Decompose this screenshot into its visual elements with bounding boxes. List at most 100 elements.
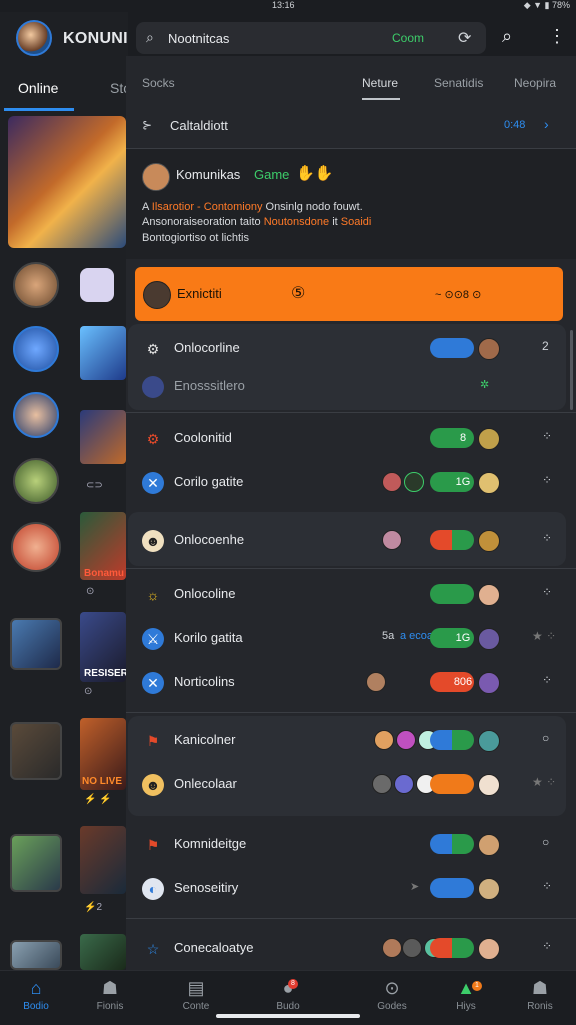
friend-avatar[interactable] xyxy=(10,618,62,670)
more-icon[interactable]: ⁘ xyxy=(542,585,552,599)
status-pill: 1G xyxy=(430,628,474,648)
nav-home[interactable]: ⌂ Bodio xyxy=(4,977,68,1012)
highlight-banner[interactable]: Exnictiti ⑤ ~ ⊙⊙8 ⊙ xyxy=(135,267,563,321)
list-item-label: Komnideitge xyxy=(174,836,247,851)
more-icon[interactable]: ⁘ xyxy=(542,939,552,953)
star-icon[interactable]: ★ ⁘ xyxy=(532,775,556,789)
game-thumbnail[interactable] xyxy=(80,934,126,970)
star-icon[interactable]: ★ ⁘ xyxy=(532,629,556,643)
friend-avatar[interactable] xyxy=(10,940,62,970)
avatar xyxy=(478,628,500,650)
chevron-right-icon[interactable]: › xyxy=(544,116,549,132)
avatar xyxy=(478,530,500,552)
notification-badge: 8 xyxy=(288,979,298,989)
banner-title: Exnictiti xyxy=(177,286,222,301)
avatar: ☻ xyxy=(142,530,164,552)
list-item-label: Kanicolner xyxy=(174,732,236,747)
list-item[interactable]: ⚑ Komnideitge ○ xyxy=(126,822,576,866)
flag-icon: ⚑ xyxy=(146,837,160,853)
notification-badge: 1 xyxy=(472,981,482,991)
list-item[interactable]: ⚙ Coolonitid 8 ⁘ xyxy=(126,416,576,460)
circle-icon[interactable]: ○ xyxy=(542,835,549,849)
game-thumbnail[interactable] xyxy=(80,268,114,302)
list-item[interactable]: ☆ Conecaloatye ⁘ xyxy=(126,926,576,970)
more-icon[interactable]: ⁘ xyxy=(542,673,552,687)
friend-avatar[interactable] xyxy=(11,522,61,572)
panel-tab[interactable]: Socks xyxy=(142,76,175,90)
nav-profile[interactable]: ☗ Ronis xyxy=(508,977,572,1012)
avatar xyxy=(374,730,394,750)
search-icon[interactable]: ⌕ xyxy=(502,26,512,47)
gear-icon: ⚙ xyxy=(146,431,160,447)
section-icon: ⊱ xyxy=(142,118,153,132)
status-pill xyxy=(430,530,474,550)
more-icon[interactable]: ⁘ xyxy=(542,473,552,487)
post-author: Komunikas xyxy=(176,167,241,182)
game-thumbnail[interactable] xyxy=(80,410,126,464)
thumbnail-caption: RESISER xyxy=(84,668,128,679)
nav-hiys[interactable]: ▲ Hiys xyxy=(434,977,498,1012)
more-icon[interactable]: ⁘ xyxy=(542,531,552,545)
status-pill: 8 xyxy=(430,428,474,448)
list-item[interactable]: ✕ Norticolins 806 ⁘ xyxy=(126,660,576,704)
list-item-label: Korilo gatita xyxy=(174,630,243,645)
home-icon: ⌂ xyxy=(30,978,42,998)
avatar xyxy=(142,163,170,191)
list-item[interactable]: ☼ Onlocoline ⁘ xyxy=(126,572,576,616)
status-pill: 806 xyxy=(430,672,474,692)
panel-tab[interactable]: Senatidis xyxy=(434,76,483,90)
person-icon: ☗ xyxy=(101,978,119,998)
list-item[interactable]: ✕ Corilo gatite 1G ⁘ xyxy=(126,460,576,504)
panel-tab-active[interactable]: Neture xyxy=(362,76,398,90)
friend-avatar[interactable] xyxy=(13,326,59,372)
panel-tab[interactable]: Neopira xyxy=(514,76,556,90)
more-icon[interactable]: ⁘ xyxy=(542,879,552,893)
status-bar: 13:16 ◆ ▼ ▮ 78% xyxy=(0,0,576,12)
history-icon[interactable]: ⟳ xyxy=(458,28,471,48)
game-thumbnail[interactable] xyxy=(80,326,126,380)
more-icon[interactable]: ⁘ xyxy=(542,429,552,443)
avatar xyxy=(372,774,392,794)
friend-avatar[interactable] xyxy=(10,722,62,780)
sun-icon: ☼ xyxy=(146,587,160,603)
friend-avatar[interactable] xyxy=(13,392,59,438)
row-extra: 5a xyxy=(382,630,395,642)
row-extra-link[interactable]: a ecoa xyxy=(400,630,433,642)
nav-games[interactable]: ⊙ Godes xyxy=(360,977,424,1012)
home-indicator[interactable] xyxy=(216,1014,360,1018)
list-item[interactable]: ☻ Onlecolaar ★ ⁘ xyxy=(126,762,576,806)
post-text-line: Bontogiortiso ot lichtis xyxy=(142,232,249,244)
status-pill xyxy=(430,938,474,958)
list-item-label: Onlocoenhe xyxy=(174,532,245,547)
search-badge: Coom xyxy=(392,31,425,45)
featured-post[interactable]: Komunikas Game ✋✋ A Ilsarotior - Contomi… xyxy=(126,149,576,259)
status-pill xyxy=(430,774,474,794)
friend-avatar[interactable] xyxy=(13,262,59,308)
mountain-icon: ▲ xyxy=(457,978,475,998)
app-avatar[interactable] xyxy=(16,20,52,56)
section-header[interactable]: ⊱ Caltaldiott 0:48 › xyxy=(126,104,576,149)
status-pill xyxy=(430,584,474,604)
game-thumbnail[interactable] xyxy=(80,826,126,894)
nav-friends[interactable]: ☗ Fionis xyxy=(78,977,142,1012)
avatar xyxy=(478,878,500,900)
featured-game-image[interactable] xyxy=(8,116,126,248)
arrow-icon: ➤ xyxy=(410,881,420,893)
status-pill xyxy=(430,878,474,898)
circle-icon[interactable]: ○ xyxy=(542,731,549,745)
list-item[interactable]: ⚑ Kanicolner ○ xyxy=(126,718,576,762)
tab-online[interactable]: Online xyxy=(18,80,58,96)
list-item[interactable]: ☻ Onlocoenhe ⁘ xyxy=(126,518,576,562)
sword-icon: ⚔ xyxy=(142,628,164,650)
nav-content[interactable]: ▤ Conte xyxy=(164,977,228,1012)
avatar xyxy=(366,672,386,692)
more-menu-icon[interactable]: ⋮ xyxy=(548,26,566,47)
friend-avatar[interactable] xyxy=(13,458,59,504)
avatar xyxy=(478,774,500,796)
list-item[interactable]: ⚔ Korilo gatita 5a a ecoa 1G ★ ⁘ xyxy=(126,616,576,660)
friend-avatar[interactable] xyxy=(10,834,62,892)
search-bar[interactable]: ⌕ Nootnitcas Coom ⟳ xyxy=(136,22,486,54)
list-item[interactable]: Enosssitlero ✲ xyxy=(126,364,576,408)
search-input[interactable]: Nootnitcas xyxy=(168,31,229,46)
list-item[interactable]: ◐ Senoseitiry ➤ ⁘ xyxy=(126,866,576,910)
